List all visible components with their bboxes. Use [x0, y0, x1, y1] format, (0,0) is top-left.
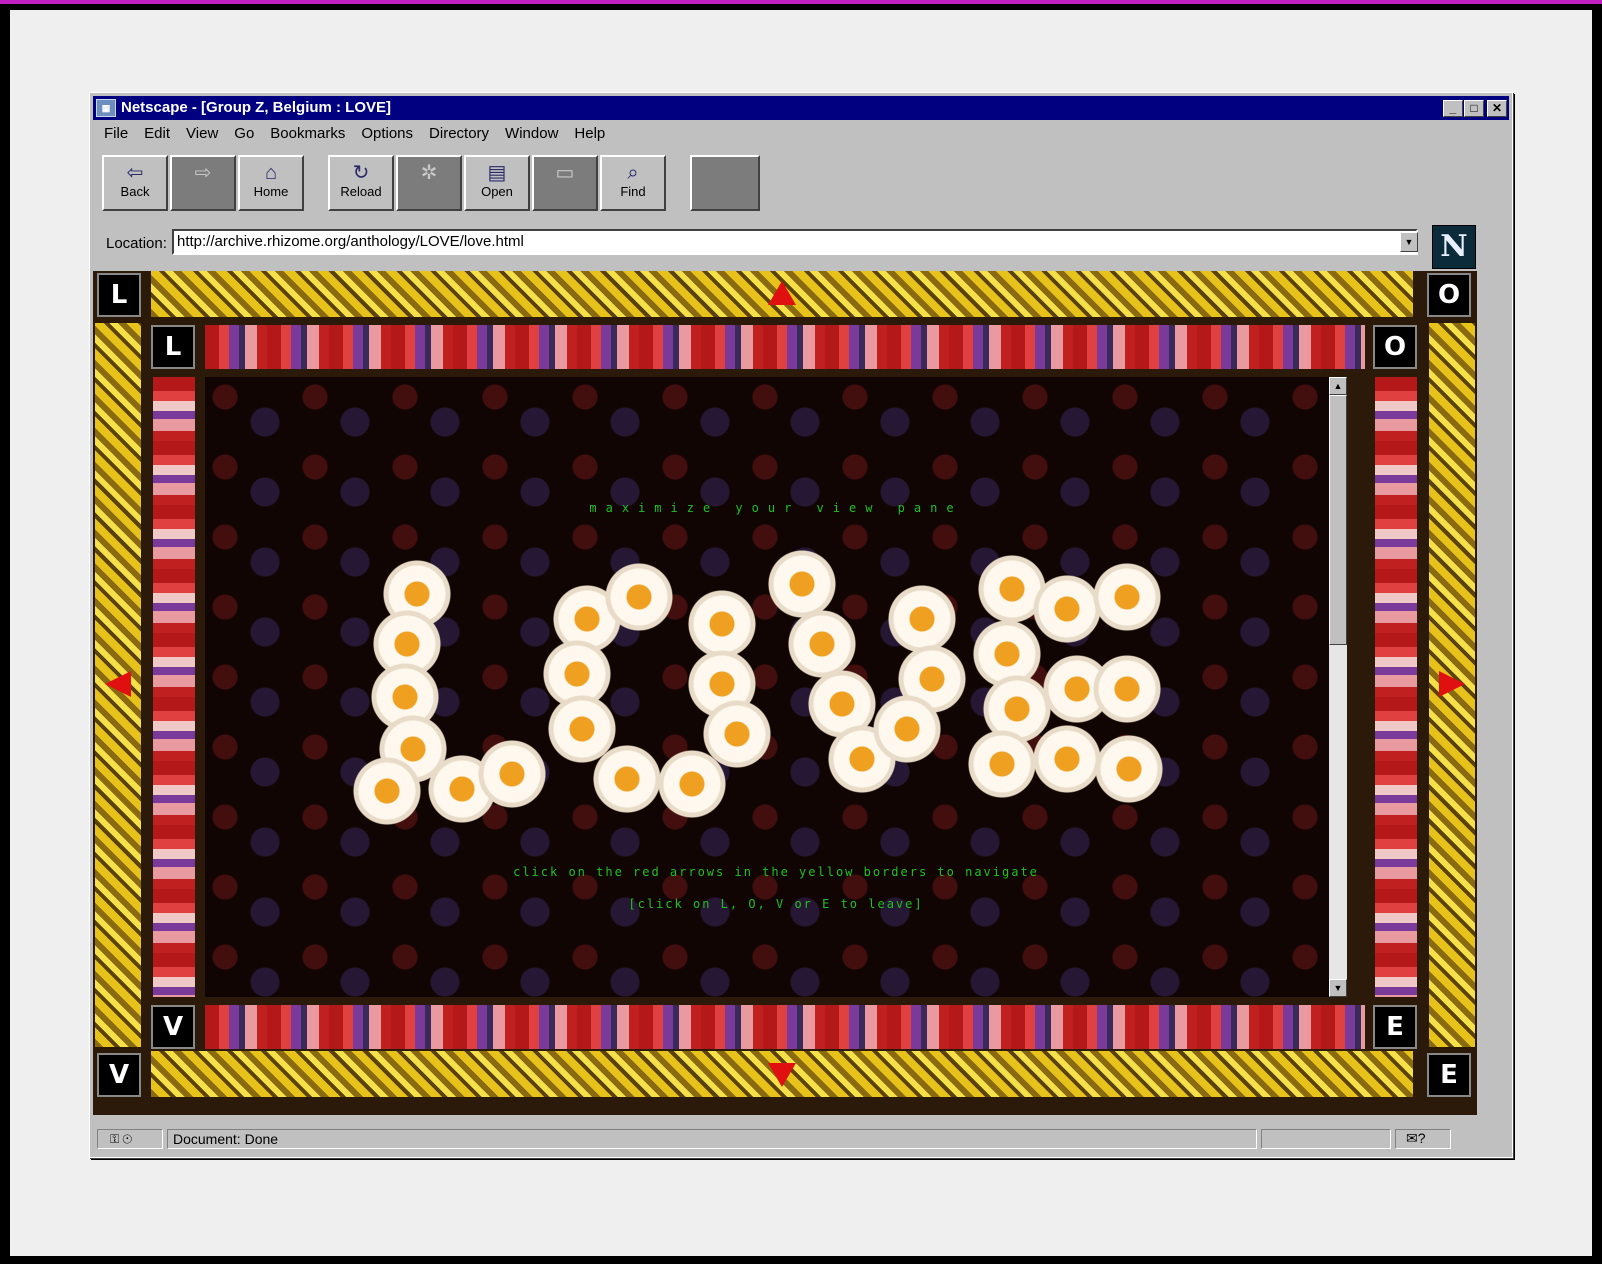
security-key-icon: ⚿ ☉ [110, 1132, 133, 1146]
open-label: Open [481, 184, 513, 199]
chevron-down-icon: ▼ [1404, 237, 1414, 247]
home-label: Home [253, 184, 289, 199]
triangle-up-icon: ▲ [1333, 381, 1343, 391]
central-frame: maximize your view pane click on the red… [205, 377, 1347, 997]
find-button[interactable]: ⌕ Find [600, 155, 666, 211]
netscape-app-icon[interactable]: ▦ [96, 99, 116, 117]
netscape-logo[interactable]: N [1432, 225, 1476, 269]
location-bar: Location: http://archive.rhizome.org/ant… [90, 223, 1512, 269]
bottom-flower-border [205, 1005, 1365, 1049]
back-button[interactable]: ⇦ Back [102, 155, 168, 211]
corner-letter-e-inner[interactable]: E [1373, 1005, 1417, 1049]
page-content: L O V E L O V E maximize your view pane [93, 271, 1477, 1115]
nav-down-arrow-icon[interactable] [768, 1063, 796, 1087]
navigate-instruction: click on the red arrows in the yellow bo… [513, 865, 1039, 879]
triangle-down-icon: ▼ [1333, 983, 1343, 993]
menu-view[interactable]: View [180, 123, 224, 145]
back-arrow-icon: ⇦ [126, 162, 144, 184]
nav-up-arrow-icon[interactable] [768, 281, 796, 305]
location-url-input[interactable]: http://archive.rhizome.org/anthology/LOV… [172, 229, 1418, 255]
corner-letter-o-inner[interactable]: O [1373, 325, 1417, 369]
images-button[interactable]: ✲ [396, 155, 462, 211]
corner-letter-v-inner[interactable]: V [151, 1005, 195, 1049]
scroll-up-button[interactable]: ▲ [1329, 377, 1347, 395]
menu-directory[interactable]: Directory [423, 123, 495, 145]
find-label: Find [620, 184, 646, 199]
vertical-scrollbar[interactable]: ▲ ▼ [1329, 377, 1347, 997]
forward-arrow-icon: ⇨ [194, 162, 212, 184]
scroll-thumb[interactable] [1329, 395, 1347, 645]
menu-go[interactable]: Go [228, 123, 260, 145]
scroll-down-button[interactable]: ▼ [1329, 979, 1347, 997]
right-flower-border [1375, 377, 1417, 997]
menu-bar: File Edit View Go Bookmarks Options Dire… [98, 123, 611, 145]
reload-icon: ↻ [352, 162, 370, 184]
find-binoculars-icon: ⌕ [627, 162, 639, 184]
corner-letter-o-outer[interactable]: O [1427, 273, 1471, 317]
location-dropdown-button[interactable]: ▼ [1400, 232, 1418, 252]
menu-bookmarks[interactable]: Bookmarks [264, 123, 351, 145]
reload-label: Reload [340, 184, 382, 199]
leave-instruction: [click on L, O, V or E to leave] [628, 897, 924, 911]
home-icon: ⌂ [264, 162, 278, 184]
stop-button[interactable] [690, 155, 760, 211]
minimize-button[interactable]: _ [1443, 100, 1463, 117]
menu-edit[interactable]: Edit [138, 123, 176, 145]
mail-indicator[interactable]: ✉? [1395, 1129, 1451, 1149]
open-button[interactable]: ▤ Open [464, 155, 530, 211]
print-button[interactable]: ▭ [532, 155, 598, 211]
corner-letter-v-outer[interactable]: V [97, 1053, 141, 1097]
status-text-field [167, 1129, 1257, 1149]
location-label: Location: [106, 235, 167, 252]
top-flower-border [205, 325, 1365, 369]
love-daisy-artwork [340, 542, 1200, 832]
browser-window: ▦ Netscape - [Group Z, Belgium : LOVE] _… [89, 92, 1513, 1158]
title-bar[interactable]: ▦ Netscape - [Group Z, Belgium : LOVE] _… [93, 96, 1509, 120]
images-icon: ✲ [420, 162, 438, 184]
window-title: Netscape - [Group Z, Belgium : LOVE] [121, 99, 392, 116]
top-accent-line [0, 0, 1602, 4]
home-button[interactable]: ⌂ Home [238, 155, 304, 211]
corner-letter-l-outer[interactable]: L [97, 273, 141, 317]
print-icon: ▭ [555, 162, 575, 184]
reload-button[interactable]: ↻ Reload [328, 155, 394, 211]
close-button[interactable]: ✕ [1487, 100, 1507, 117]
nav-right-arrow-icon[interactable] [1439, 671, 1465, 697]
open-icon: ▤ [487, 162, 507, 184]
left-flower-border [153, 377, 195, 997]
menu-options[interactable]: Options [355, 123, 419, 145]
security-indicator[interactable]: ⚿ ☉ [97, 1129, 163, 1149]
nav-left-arrow-icon[interactable] [105, 671, 131, 697]
menu-window[interactable]: Window [499, 123, 564, 145]
forward-button[interactable]: ⇨ [170, 155, 236, 211]
status-bar: ⚿ ☉ Document: Done ✉? [93, 1127, 1477, 1151]
corner-letter-l-inner[interactable]: L [151, 325, 195, 369]
progress-field [1261, 1129, 1391, 1149]
corner-letter-e-outer[interactable]: E [1427, 1053, 1471, 1097]
maximize-instruction: maximize your view pane [589, 501, 963, 515]
maximize-button[interactable]: □ [1464, 100, 1484, 117]
mail-icon: ✉? [1406, 1130, 1426, 1146]
status-text: Document: Done [173, 1131, 279, 1147]
menu-help[interactable]: Help [568, 123, 611, 145]
menu-file[interactable]: File [98, 123, 134, 145]
back-label: Back [120, 184, 150, 199]
